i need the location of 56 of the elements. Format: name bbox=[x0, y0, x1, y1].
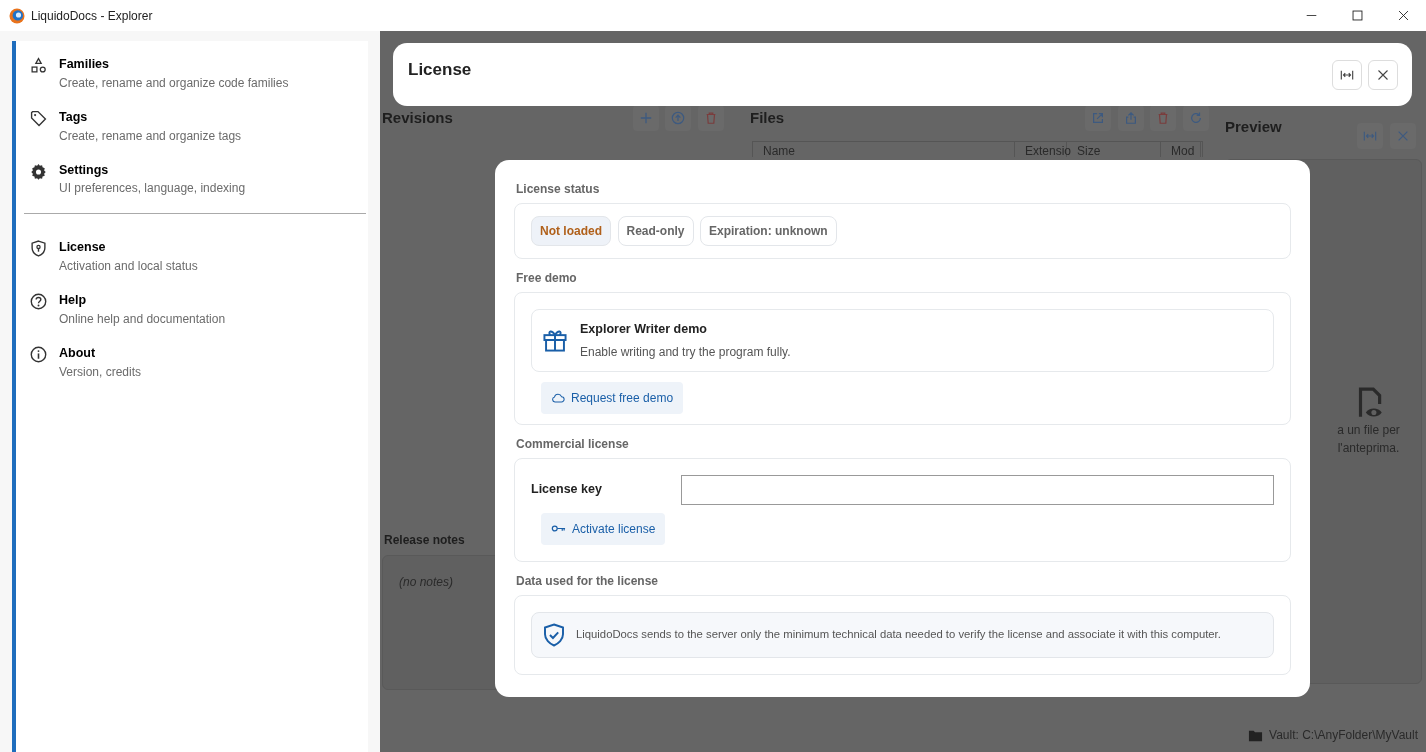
section-heading: Free demo bbox=[516, 270, 578, 287]
gift-icon bbox=[542, 327, 568, 354]
tag-icon bbox=[30, 109, 47, 127]
info-text: LiquidoDocs sends to the server only the minimum technical data needed to verify the license and associate it with this computer. bbox=[576, 627, 1221, 643]
column-header: Name bbox=[753, 142, 1015, 157]
plus-icon bbox=[638, 111, 653, 125]
license-key-field[interactable] bbox=[681, 474, 1274, 505]
section-heading: Commercial license bbox=[516, 435, 630, 453]
section-heading: License status bbox=[516, 181, 601, 198]
panel-title: Files bbox=[750, 107, 785, 128]
demo-card: Explorer Writer demo Enable writing and try the program fully. bbox=[531, 309, 1274, 372]
trash-icon bbox=[1156, 111, 1170, 125]
status-badge: Not loaded bbox=[531, 216, 611, 246]
trash-button[interactable] bbox=[1150, 105, 1176, 131]
activate-license-button[interactable]: Activate license bbox=[541, 512, 666, 545]
sidebar-item[interactable]: License Activation and local status bbox=[24, 234, 368, 281]
column-header: Mod bbox=[1161, 142, 1201, 157]
sidebar-item[interactable]: Help Online help and documentation bbox=[24, 287, 368, 334]
settings-icon bbox=[30, 162, 47, 180]
vault-path-text: Vault: C:\AnyFolder\MyVault bbox=[1269, 727, 1418, 744]
field-label: License key bbox=[531, 481, 603, 499]
upload-button[interactable] bbox=[665, 105, 691, 131]
fit-width-icon bbox=[1363, 129, 1377, 143]
sidebar-item[interactable]: About Version, credits bbox=[24, 339, 368, 387]
panel-title: Preview bbox=[1225, 116, 1282, 137]
refresh-icon bbox=[1188, 111, 1203, 125]
status-badge: Read-only bbox=[617, 216, 694, 246]
window-title: LiquidoDocs - Explorer bbox=[31, 7, 153, 25]
trash-button[interactable] bbox=[697, 105, 724, 131]
shield-check-icon bbox=[542, 622, 566, 647]
modal-title: License bbox=[408, 59, 472, 81]
shapes-icon bbox=[30, 57, 47, 74]
share-button[interactable] bbox=[1117, 105, 1144, 131]
info-icon bbox=[30, 345, 47, 363]
share-icon bbox=[1123, 111, 1138, 125]
close-icon bbox=[1377, 69, 1389, 81]
plus-button[interactable] bbox=[632, 105, 659, 131]
panel-title: Revisions bbox=[382, 107, 453, 128]
fit-width-icon bbox=[1339, 68, 1354, 82]
refresh-button[interactable] bbox=[1182, 105, 1209, 131]
external-link-icon bbox=[1091, 111, 1105, 125]
fit-width-button[interactable] bbox=[1331, 60, 1362, 90]
sidebar-item[interactable]: Families Create, rename and organize code families bbox=[24, 51, 368, 98]
help-icon bbox=[30, 293, 47, 310]
app-logo-icon bbox=[9, 7, 25, 24]
sidebar-item[interactable]: Tags Create, rename and organize tags bbox=[24, 103, 368, 151]
status-badge: Expiration: unknown bbox=[700, 216, 837, 246]
sidebar-item[interactable]: Settings UI preferences, language, indexing bbox=[24, 156, 368, 204]
section-heading: Data used for the license bbox=[516, 572, 660, 590]
upload-icon bbox=[671, 111, 685, 125]
shield-keyhole-icon bbox=[30, 240, 47, 258]
external-link-button[interactable] bbox=[1085, 105, 1111, 131]
maximize-icon bbox=[1351, 10, 1363, 21]
close-icon bbox=[1397, 10, 1409, 21]
request-demo-button[interactable]: Request free demo bbox=[541, 381, 684, 414]
section-title: Release notes bbox=[384, 532, 466, 549]
